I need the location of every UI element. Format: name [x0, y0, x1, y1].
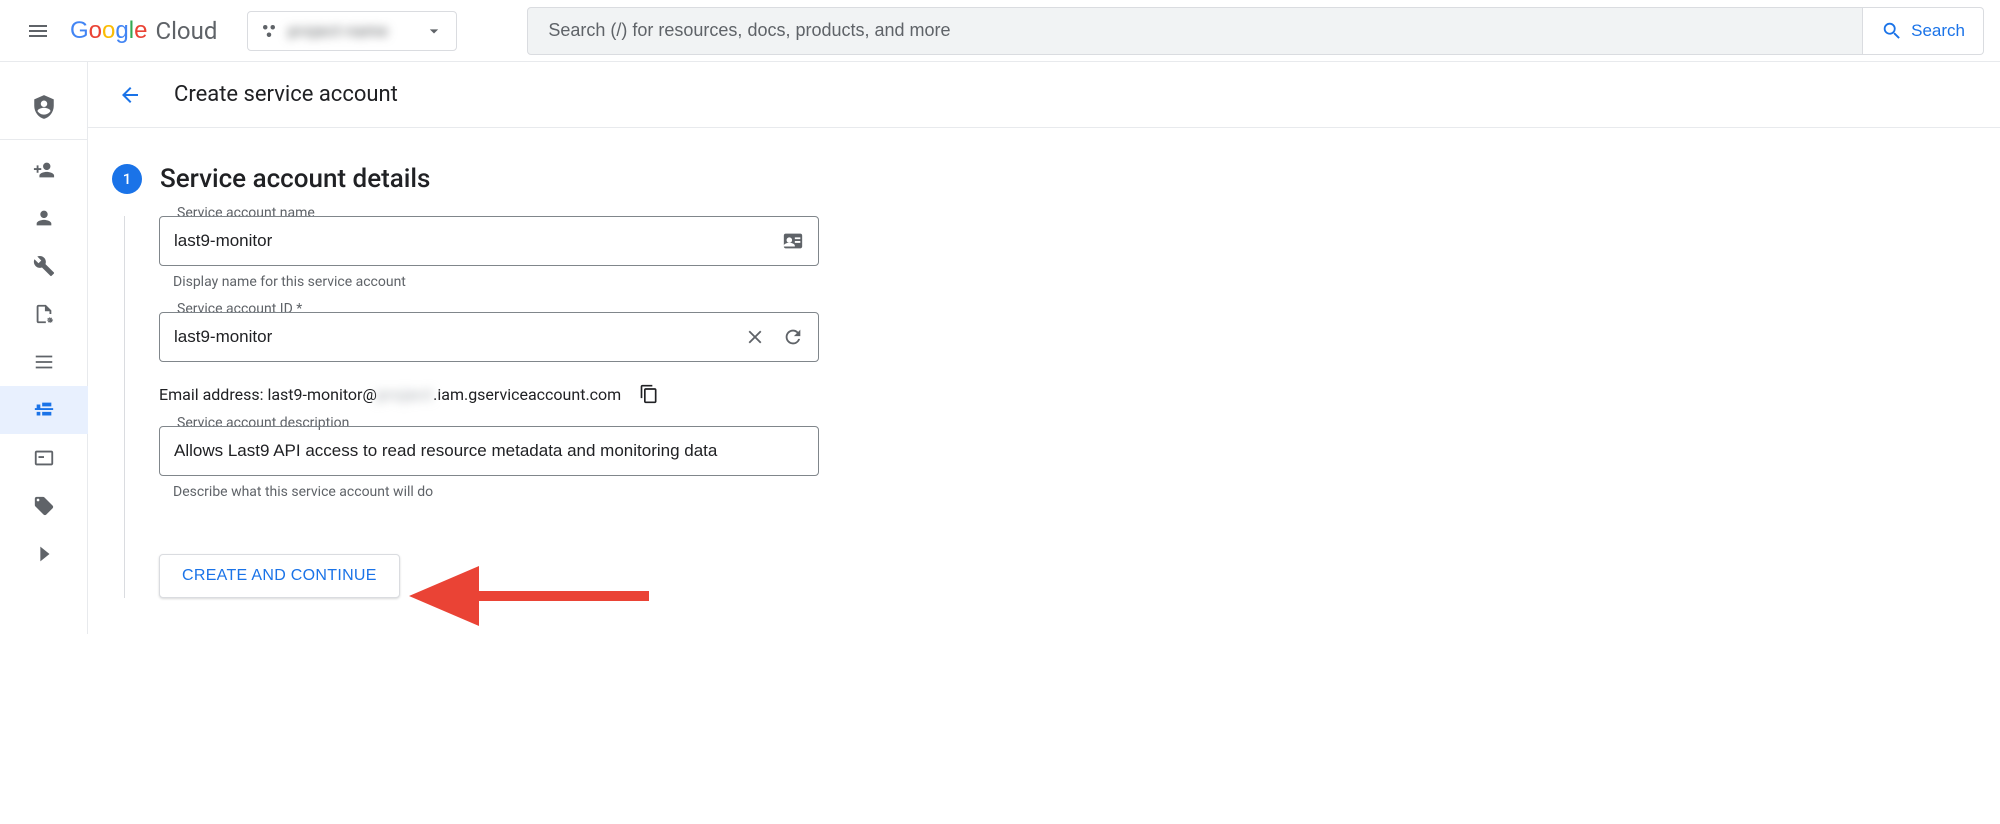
refresh-icon[interactable] — [782, 326, 804, 348]
field-name: Service account name Display name for th… — [159, 216, 819, 290]
form-area: Service account name Display name for th… — [124, 216, 1976, 598]
search-button-label: Search — [1911, 21, 1965, 41]
search-box[interactable] — [527, 7, 1863, 55]
shield-person-icon — [31, 94, 57, 120]
card-icon — [33, 447, 55, 469]
clear-icon[interactable] — [744, 326, 766, 348]
search-input[interactable] — [548, 20, 1842, 41]
copy-icon[interactable] — [639, 384, 659, 404]
left-sidebar — [0, 62, 88, 634]
search-button[interactable]: Search — [1863, 7, 1984, 55]
sidebar-item-labels[interactable] — [0, 482, 88, 530]
red-arrow-icon — [399, 536, 659, 656]
search-container: Search — [527, 7, 1984, 55]
name-input[interactable] — [174, 231, 782, 251]
step-header: 1 Service account details — [112, 164, 1976, 194]
google-cloud-logo[interactable]: Google Cloud — [70, 17, 217, 45]
cloud-logo-text: Cloud — [155, 17, 217, 45]
hamburger-icon — [26, 19, 50, 43]
sidebar-item-policy[interactable] — [0, 290, 88, 338]
sidebar-item-wrench[interactable] — [0, 242, 88, 290]
tag-icon — [33, 495, 55, 517]
field-description: Service account description Describe wha… — [159, 426, 819, 500]
contact-card-icon[interactable] — [782, 230, 804, 252]
step-title: Service account details — [160, 164, 430, 194]
global-header: Google Cloud project-name Search — [0, 0, 2000, 62]
chevron-right-icon — [33, 543, 55, 565]
sidebar-item-add-person[interactable] — [0, 146, 88, 194]
service-account-icon — [33, 399, 55, 421]
project-name: project-name — [288, 22, 388, 40]
sidebar-item-more[interactable] — [0, 530, 88, 578]
step-number: 1 — [112, 164, 142, 194]
back-button[interactable] — [112, 77, 148, 113]
field-desc-help: Describe what this service account will … — [159, 484, 819, 500]
menu-button[interactable] — [16, 9, 60, 53]
sidebar-item-iam[interactable] — [0, 74, 88, 140]
email-text: Email address: last9-monitor@project.iam… — [159, 385, 621, 404]
project-selector[interactable]: project-name — [247, 11, 457, 51]
google-logo-text: Google — [70, 17, 147, 45]
arrow-back-icon — [118, 83, 142, 107]
chevron-down-icon — [424, 21, 444, 41]
page-header: Create service account — [88, 62, 2000, 128]
email-row: Email address: last9-monitor@project.iam… — [159, 384, 1976, 404]
field-name-help: Display name for this service account — [159, 274, 819, 290]
wrench-icon — [33, 255, 55, 277]
page-title: Create service account — [174, 82, 398, 107]
person-add-icon — [33, 159, 55, 181]
sidebar-item-workload[interactable] — [0, 434, 88, 482]
search-icon — [1881, 20, 1903, 42]
list-icon — [33, 351, 55, 373]
person-icon — [33, 207, 55, 229]
sidebar-item-list[interactable] — [0, 338, 88, 386]
annotation-arrow — [399, 536, 659, 660]
sidebar-item-service-accounts[interactable] — [0, 386, 88, 434]
description-input[interactable] — [174, 441, 804, 461]
project-icon — [260, 22, 278, 40]
sidebar-item-person[interactable] — [0, 194, 88, 242]
field-id: Service account ID * — [159, 312, 819, 362]
create-and-continue-button[interactable]: CREATE AND CONTINUE — [159, 554, 400, 598]
document-gear-icon — [33, 303, 55, 325]
main-content: Create service account 1 Service account… — [88, 62, 2000, 634]
id-input[interactable] — [174, 327, 744, 347]
